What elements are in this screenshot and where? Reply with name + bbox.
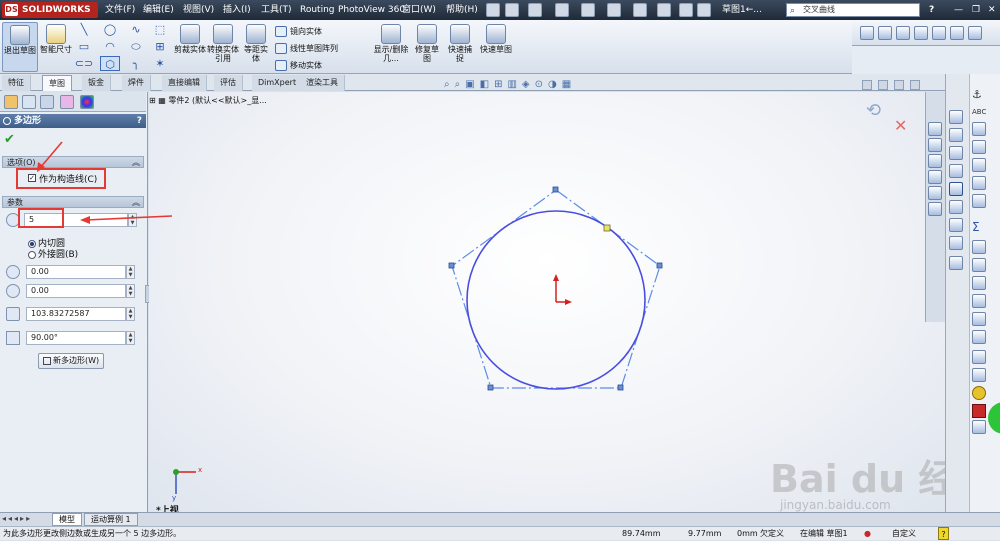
annotation-arrow-head: [80, 216, 90, 224]
tab-model[interactable]: 模型: [52, 513, 82, 526]
relation-icon[interactable]: [972, 240, 986, 254]
home-view-icon[interactable]: [928, 122, 942, 136]
spell-check-icon[interactable]: ABC: [972, 108, 986, 116]
view-cube-front-icon[interactable]: [949, 110, 963, 124]
custom-properties-icon[interactable]: [928, 202, 942, 216]
origin-arrow-right: [565, 299, 572, 305]
status-message: 为此多边形更改侧边数或生成另一个 5 边多边形。: [3, 529, 182, 538]
relation-icon[interactable]: [972, 312, 986, 326]
view-cube-dimetric-icon[interactable]: [949, 236, 963, 250]
relation-icon[interactable]: [972, 368, 986, 382]
relation-icon[interactable]: [972, 330, 986, 344]
relation-icon[interactable]: [972, 420, 986, 434]
annotation-arrow-line: [85, 215, 173, 221]
relation-icon[interactable]: [972, 276, 986, 290]
bottom-tabs-bar: [0, 512, 1000, 526]
library-icon[interactable]: [928, 138, 942, 152]
triad-y-label: y: [172, 494, 177, 502]
appearance-icon[interactable]: [928, 186, 942, 200]
view-cube-right-icon[interactable]: [949, 164, 963, 178]
relation-icon[interactable]: [972, 350, 986, 364]
view-cube-left-icon[interactable]: [949, 146, 963, 160]
view-cube-top-icon[interactable]: [949, 182, 963, 196]
view-palette-icon[interactable]: [928, 170, 942, 184]
rebuild-status-icon[interactable]: ●: [864, 527, 871, 540]
tab-motion-study[interactable]: 运动算例 1: [84, 513, 138, 526]
status-y-coord: 9.77mm: [688, 529, 722, 538]
vertex-handle[interactable]: [487, 384, 494, 391]
vertex-handle[interactable]: [656, 262, 663, 269]
folder-icon[interactable]: [928, 154, 942, 168]
baidu-watermark-url: jingyan.baidu.com: [780, 498, 891, 512]
normal-to-icon[interactable]: [949, 256, 963, 270]
triad-origin: [173, 469, 179, 475]
relation-icon[interactable]: [972, 176, 986, 190]
status-editing: 在编辑 草图1: [800, 529, 848, 538]
vertex-handle[interactable]: [552, 186, 559, 193]
view-cube-bottom-icon[interactable]: [949, 200, 963, 214]
relation-icon[interactable]: [972, 158, 986, 172]
status-z-coord: 0mm: [737, 529, 758, 538]
status-definition: 欠定义: [760, 529, 784, 538]
annotation-arrow-line: [39, 141, 63, 169]
units-custom[interactable]: 自定义: [892, 527, 916, 540]
view-cube-back-icon[interactable]: [949, 128, 963, 142]
vertex-handle[interactable]: [617, 384, 624, 391]
help-status-icon[interactable]: ?: [938, 527, 949, 540]
relation-icon[interactable]: [972, 140, 986, 154]
check-sketch-icon[interactable]: [972, 386, 986, 400]
relation-icon[interactable]: [972, 122, 986, 136]
relation-icon[interactable]: [972, 194, 986, 208]
sigma-icon[interactable]: Σ: [972, 220, 980, 234]
status-x-coord: 89.74mm: [622, 529, 661, 538]
relation-icon[interactable]: [972, 294, 986, 308]
triad-x-label: x: [198, 466, 203, 474]
anchor-icon[interactable]: ⚓: [972, 88, 982, 101]
view-cube-iso-icon[interactable]: [949, 218, 963, 232]
fix-icon[interactable]: [972, 404, 986, 418]
relation-icon[interactable]: [972, 258, 986, 272]
origin-arrow-up: [553, 274, 559, 281]
tab-scroll-arrows[interactable]: ◂◂◂▸▸: [2, 514, 32, 523]
vertex-handle[interactable]: [448, 262, 455, 269]
tangent-point-handle[interactable]: [603, 224, 611, 232]
